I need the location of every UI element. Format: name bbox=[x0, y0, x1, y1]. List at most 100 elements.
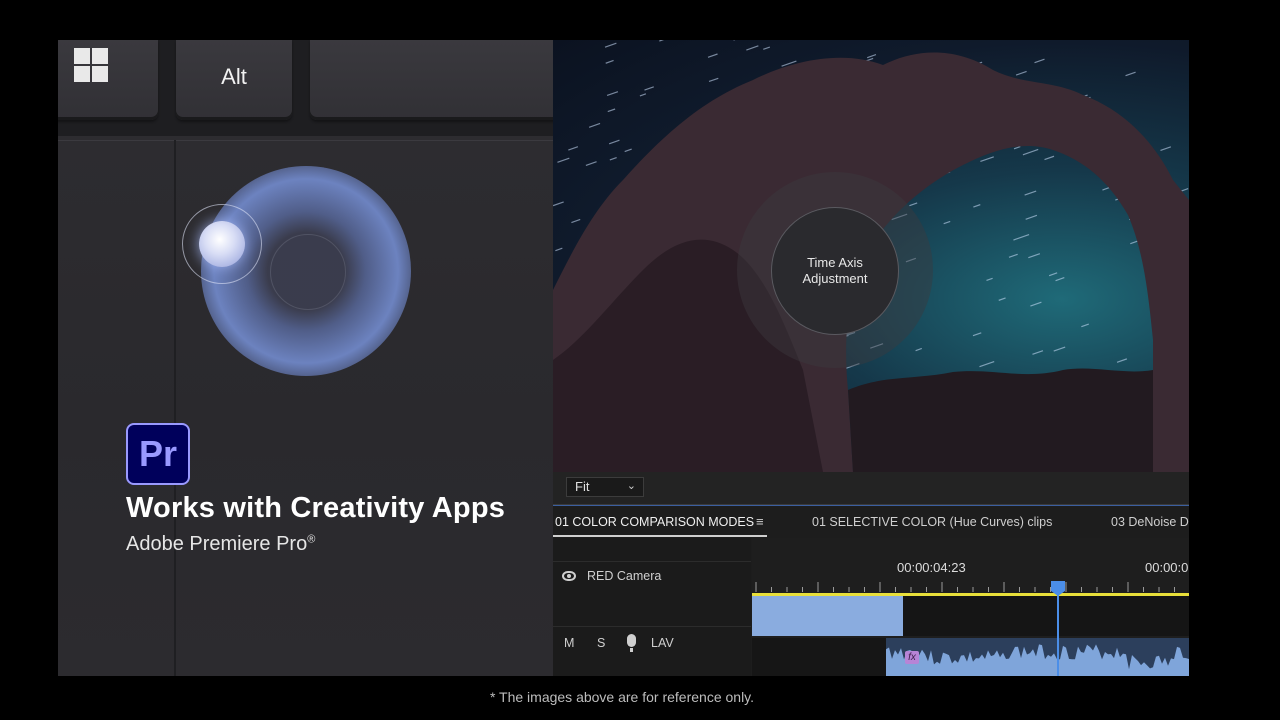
star-trail bbox=[707, 53, 718, 58]
star-trail bbox=[568, 146, 579, 151]
star-trail bbox=[1034, 58, 1045, 64]
alt-key-label: Alt bbox=[221, 64, 247, 89]
star-trail bbox=[979, 360, 995, 368]
star-trail bbox=[909, 202, 918, 207]
star-trail bbox=[571, 218, 581, 224]
playhead-handle[interactable] bbox=[1051, 581, 1065, 591]
star-trail bbox=[1013, 146, 1021, 150]
star-trail bbox=[607, 108, 616, 113]
star-trail bbox=[998, 297, 1006, 301]
eye-icon[interactable] bbox=[562, 571, 576, 581]
playhead-tip bbox=[1051, 591, 1065, 596]
star-trail bbox=[588, 122, 601, 128]
tab-color-comparison-modes[interactable]: 01 COLOR COMPARISON MODES bbox=[555, 515, 754, 529]
monitor-toolbar: Fit ⌄ bbox=[553, 472, 1189, 505]
star-trail bbox=[943, 220, 951, 225]
video-clip[interactable] bbox=[752, 596, 903, 636]
star-trail bbox=[1013, 233, 1030, 241]
promo-app-name: Adobe Premiere Pro® bbox=[126, 533, 315, 556]
star-trail bbox=[659, 40, 665, 42]
star-trail bbox=[972, 332, 982, 337]
star-trail bbox=[763, 46, 771, 50]
video-track-name: RED Camera bbox=[587, 569, 662, 583]
star-trail bbox=[1025, 214, 1038, 220]
tab-denoise[interactable]: 03 DeNoise D bbox=[1111, 515, 1189, 529]
horizon-rocks bbox=[848, 368, 1153, 472]
star-trail bbox=[1160, 146, 1172, 152]
star-trail bbox=[1044, 155, 1055, 161]
time-axis-dial[interactable]: Time Axis Adjustment bbox=[771, 207, 899, 335]
star-trail bbox=[1024, 190, 1037, 196]
star-trail bbox=[1008, 253, 1018, 258]
star-trail bbox=[1116, 358, 1128, 363]
promo-headline: Works with Creativity Apps bbox=[126, 492, 506, 524]
touch-point[interactable] bbox=[199, 221, 245, 267]
alt-key[interactable]: Alt bbox=[176, 40, 292, 120]
star-trail bbox=[608, 139, 620, 145]
zoom-level-value: Fit bbox=[575, 479, 590, 494]
time-ruler bbox=[755, 582, 1175, 592]
active-tab-indicator bbox=[553, 535, 767, 537]
audio-clip[interactable] bbox=[886, 638, 1189, 676]
star-trail bbox=[604, 42, 617, 48]
star-trail bbox=[980, 156, 994, 163]
audio-track-header: M S LAV bbox=[553, 627, 751, 676]
video-track-header: RED Camera bbox=[553, 561, 751, 627]
space-key[interactable] bbox=[310, 40, 570, 120]
panel-menu-icon[interactable]: ≡ bbox=[756, 514, 764, 529]
star-trail bbox=[1030, 301, 1042, 307]
star-trail bbox=[708, 77, 719, 83]
windows-key[interactable] bbox=[58, 40, 158, 120]
fx-badge[interactable]: fx bbox=[905, 651, 919, 664]
star-trail bbox=[553, 201, 564, 207]
star-trail bbox=[746, 45, 759, 51]
star-trail bbox=[1053, 346, 1066, 352]
star-trail bbox=[605, 59, 614, 64]
star-trail bbox=[866, 54, 877, 59]
windows-logo-icon bbox=[74, 48, 108, 82]
dial-label-line1: Time Axis bbox=[807, 255, 863, 270]
star-trail bbox=[1048, 272, 1058, 277]
star-trail bbox=[609, 156, 617, 161]
star-trail bbox=[973, 204, 981, 208]
premiere-editor-panel: Fit ⌄ 01 COLOR COMPARISON MODES ≡ 01 SEL… bbox=[553, 472, 1189, 676]
star-trail bbox=[1022, 148, 1039, 156]
dial-label-line2: Adjustment bbox=[802, 271, 868, 286]
star-trail bbox=[624, 148, 632, 153]
timeline[interactable]: 00:00:04:23 00:00:0 fx bbox=[752, 538, 1189, 676]
star-trail bbox=[639, 93, 647, 97]
star-trail bbox=[1032, 350, 1044, 355]
star-trail bbox=[1102, 187, 1110, 191]
video-track-lane bbox=[903, 596, 1189, 636]
star-trail bbox=[1015, 70, 1027, 76]
star-trail bbox=[557, 157, 570, 163]
solo-button[interactable]: S bbox=[597, 636, 605, 650]
product-frame: Alt Pr Works with Creativity Apps Adobe … bbox=[58, 40, 1189, 676]
star-trail bbox=[1055, 277, 1065, 282]
keyboard-trackpad-area: Alt Pr Works with Creativity Apps Adobe … bbox=[58, 40, 570, 676]
mute-button[interactable]: M bbox=[564, 636, 574, 650]
star-trail bbox=[1081, 323, 1089, 328]
registered-mark: ® bbox=[307, 533, 316, 546]
sequence-tabs: 01 COLOR COMPARISON MODES ≡ 01 SELECTIVE… bbox=[553, 505, 1189, 538]
chevron-down-icon: ⌄ bbox=[626, 480, 636, 492]
app-name-text: Adobe Premiere Pro bbox=[126, 533, 308, 555]
audio-track-name: LAV bbox=[651, 636, 674, 650]
star-trail bbox=[1028, 253, 1041, 259]
star-trail bbox=[585, 161, 597, 167]
audio-waveform bbox=[886, 638, 1189, 670]
disclaimer-text: * The images above are for reference onl… bbox=[489, 689, 755, 705]
star-trail bbox=[986, 277, 993, 282]
premiere-pro-logo: Pr bbox=[126, 423, 190, 485]
microphone-icon[interactable] bbox=[627, 634, 636, 652]
star-trail bbox=[915, 347, 922, 352]
video-preview: Time Axis Adjustment bbox=[553, 40, 1189, 472]
timecode-marker: 00:00:0 bbox=[1145, 560, 1189, 575]
dial-center-ring bbox=[270, 234, 346, 310]
trackpad-divider bbox=[174, 140, 176, 676]
keyboard-row: Alt bbox=[58, 40, 570, 136]
zoom-level-select[interactable]: Fit ⌄ bbox=[566, 477, 644, 497]
tab-selective-color[interactable]: 01 SELECTIVE COLOR (Hue Curves) clips bbox=[812, 515, 1052, 529]
star-trail bbox=[606, 91, 619, 97]
timecode-marker: 00:00:04:23 bbox=[897, 560, 966, 575]
